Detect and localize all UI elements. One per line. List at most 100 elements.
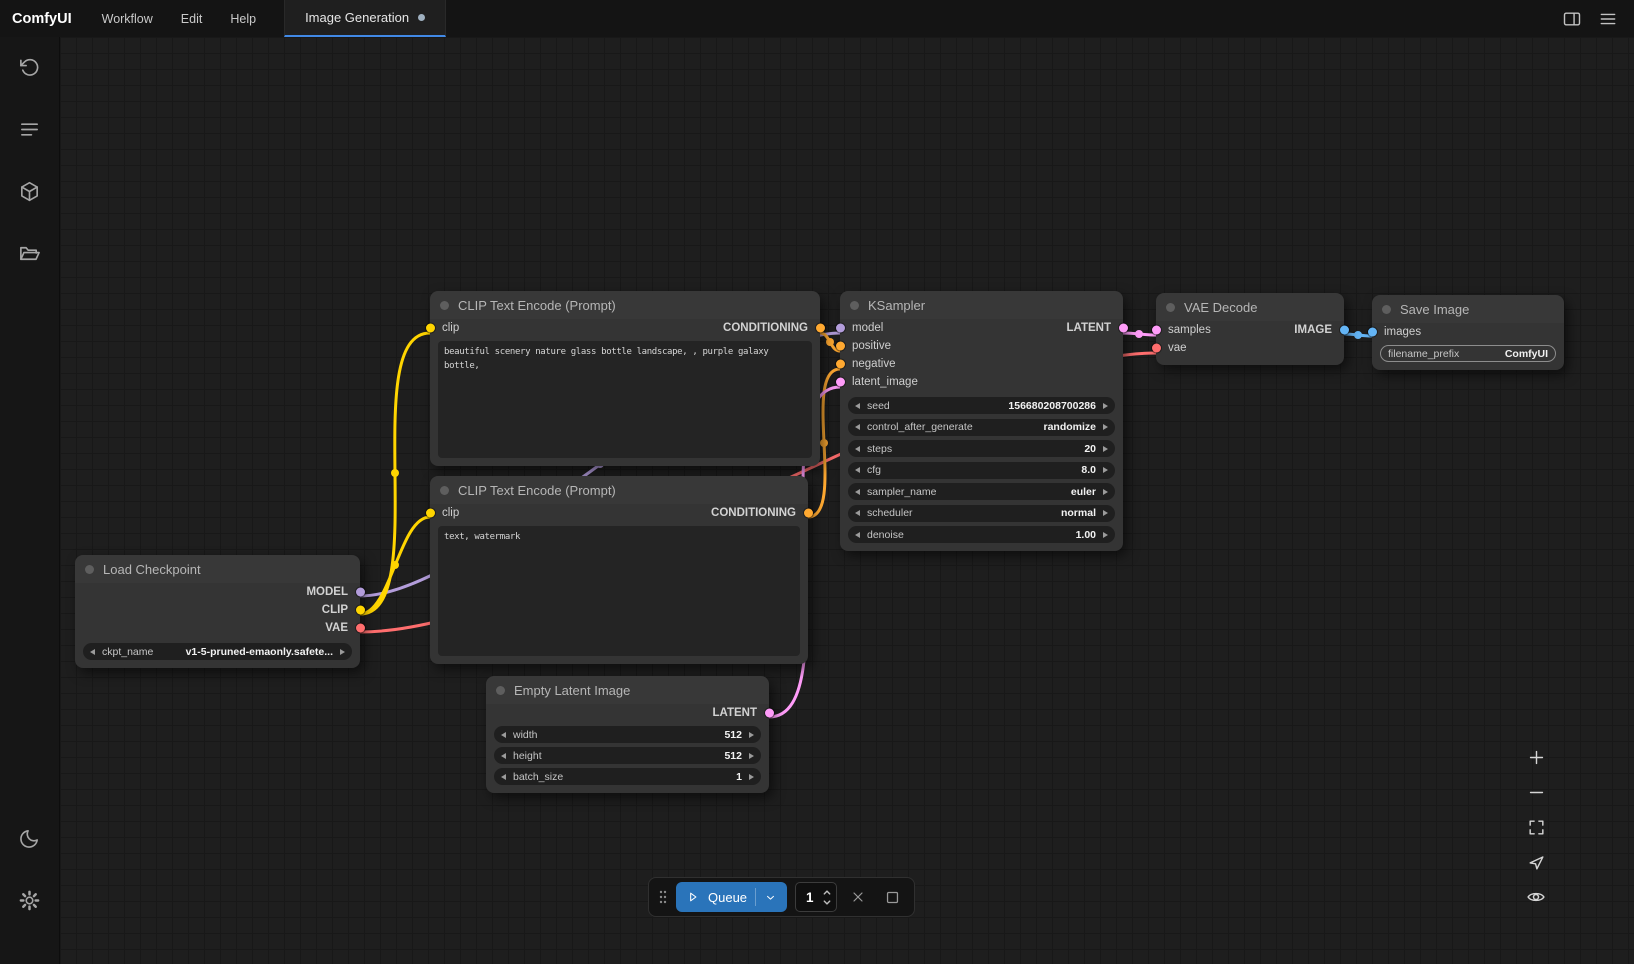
- cancel-run-button[interactable]: [845, 884, 871, 910]
- widget-sampler-name[interactable]: sampler_name euler: [848, 483, 1115, 500]
- stepper-up-icon[interactable]: [822, 888, 832, 897]
- node-empty-latent-image[interactable]: Empty Latent Image LATENT width 512 heig…: [486, 676, 769, 793]
- prev-value-arrow-icon[interactable]: [855, 510, 860, 516]
- next-value-arrow-icon[interactable]: [1103, 489, 1108, 495]
- stop-button[interactable]: [879, 884, 905, 910]
- node-save-image[interactable]: Save Image images filename_prefix ComfyU…: [1372, 295, 1564, 370]
- node-clip-text-encode-positive[interactable]: CLIP Text Encode (Prompt) clip CONDITION…: [430, 291, 820, 466]
- prompt-textarea[interactable]: text, watermark: [438, 526, 800, 656]
- sidebar-item-queue-history[interactable]: [10, 47, 50, 87]
- widget-cfg[interactable]: cfg 8.0: [848, 462, 1115, 479]
- input-dot-vae[interactable]: [1152, 344, 1161, 353]
- widget-denoise[interactable]: denoise 1.00: [848, 526, 1115, 543]
- output-dot-image[interactable]: [1340, 326, 1349, 335]
- increment-arrow-icon[interactable]: [749, 753, 754, 759]
- increment-arrow-icon[interactable]: [1103, 532, 1108, 538]
- node-header[interactable]: CLIP Text Encode (Prompt): [430, 476, 808, 504]
- increment-arrow-icon[interactable]: [1103, 403, 1108, 409]
- chevron-down-icon[interactable]: [764, 891, 777, 904]
- widget-seed[interactable]: seed 156680208700286: [848, 397, 1115, 414]
- tab-image-generation[interactable]: Image Generation: [284, 0, 446, 37]
- queue-control-bar: Queue 1: [648, 877, 915, 917]
- node-header[interactable]: Save Image: [1372, 295, 1564, 323]
- collapse-toggle-icon[interactable]: [85, 565, 94, 574]
- next-value-arrow-icon[interactable]: [340, 649, 345, 655]
- drag-handle-icon[interactable]: [658, 888, 668, 906]
- output-dot-model[interactable]: [356, 588, 365, 597]
- decrement-arrow-icon[interactable]: [855, 403, 860, 409]
- collapse-toggle-icon[interactable]: [1382, 305, 1391, 314]
- toggle-panel-button[interactable]: [1556, 5, 1588, 33]
- decrement-arrow-icon[interactable]: [855, 446, 860, 452]
- node-header[interactable]: Empty Latent Image: [486, 676, 769, 704]
- decrement-arrow-icon[interactable]: [501, 774, 506, 780]
- prev-value-arrow-icon[interactable]: [855, 424, 860, 430]
- decrement-arrow-icon[interactable]: [501, 753, 506, 759]
- output-dot-vae[interactable]: [356, 624, 365, 633]
- main-menu-button[interactable]: [1592, 5, 1624, 33]
- output-dot-conditioning[interactable]: [816, 324, 825, 333]
- node-load-checkpoint[interactable]: Load Checkpoint MODEL CLIP VAE ckpt_name…: [75, 555, 360, 668]
- node-header[interactable]: KSampler: [840, 291, 1123, 319]
- zoom-out-button[interactable]: [1519, 777, 1553, 807]
- output-dot-latent[interactable]: [1119, 324, 1128, 333]
- prompt-textarea[interactable]: beautiful scenery nature glass bottle la…: [438, 341, 812, 458]
- batch-count-input[interactable]: 1: [795, 882, 837, 912]
- input-dot-positive[interactable]: [836, 342, 845, 351]
- input-dot-model[interactable]: [836, 324, 845, 333]
- increment-arrow-icon[interactable]: [1103, 446, 1108, 452]
- node-vae-decode[interactable]: VAE Decode samples IMAGE vae: [1156, 293, 1344, 365]
- toggle-link-visibility-button[interactable]: [1519, 882, 1553, 912]
- sidebar-item-node-library[interactable]: [10, 171, 50, 211]
- prev-value-arrow-icon[interactable]: [90, 649, 95, 655]
- queue-button[interactable]: Queue: [676, 882, 787, 912]
- increment-arrow-icon[interactable]: [749, 732, 754, 738]
- theme-toggle-button[interactable]: [10, 818, 50, 858]
- zoom-in-button[interactable]: [1519, 742, 1553, 772]
- input-dot-images[interactable]: [1368, 328, 1377, 337]
- output-dot-clip[interactable]: [356, 606, 365, 615]
- decrement-arrow-icon[interactable]: [855, 532, 860, 538]
- widget-height[interactable]: height 512: [494, 747, 761, 764]
- decrement-arrow-icon[interactable]: [501, 732, 506, 738]
- node-header[interactable]: CLIP Text Encode (Prompt): [430, 291, 820, 319]
- input-dot-negative[interactable]: [836, 360, 845, 369]
- increment-arrow-icon[interactable]: [749, 774, 754, 780]
- prev-value-arrow-icon[interactable]: [855, 489, 860, 495]
- collapse-toggle-icon[interactable]: [1166, 303, 1175, 312]
- output-dot-conditioning[interactable]: [804, 509, 813, 518]
- decrement-arrow-icon[interactable]: [855, 467, 860, 473]
- collapse-toggle-icon[interactable]: [440, 301, 449, 310]
- sidebar-item-workflows[interactable]: [10, 233, 50, 273]
- widget-steps[interactable]: steps 20: [848, 440, 1115, 457]
- input-dot-clip[interactable]: [426, 509, 435, 518]
- node-clip-text-encode-negative[interactable]: CLIP Text Encode (Prompt) clip CONDITION…: [430, 476, 808, 664]
- collapse-toggle-icon[interactable]: [440, 486, 449, 495]
- node-header[interactable]: VAE Decode: [1156, 293, 1344, 321]
- next-value-arrow-icon[interactable]: [1103, 510, 1108, 516]
- widget-width[interactable]: width 512: [494, 726, 761, 743]
- menu-workflow[interactable]: Workflow: [88, 0, 167, 37]
- settings-button[interactable]: [10, 880, 50, 920]
- sidebar-item-logs[interactable]: [10, 109, 50, 149]
- widget-ckpt-name[interactable]: ckpt_name v1-5-pruned-emaonly.safete...: [83, 643, 352, 660]
- widget-batch-size[interactable]: batch_size 1: [494, 768, 761, 785]
- collapse-toggle-icon[interactable]: [850, 301, 859, 310]
- next-value-arrow-icon[interactable]: [1103, 424, 1108, 430]
- node-ksampler[interactable]: KSampler model LATENT positive negative …: [840, 291, 1123, 551]
- menu-help[interactable]: Help: [216, 0, 270, 37]
- increment-arrow-icon[interactable]: [1103, 467, 1108, 473]
- widget-scheduler[interactable]: scheduler normal: [848, 505, 1115, 522]
- output-dot-latent[interactable]: [765, 709, 774, 718]
- widget-control-after-generate[interactable]: control_after_generate randomize: [848, 419, 1115, 436]
- select-mode-button[interactable]: [1519, 847, 1553, 877]
- node-header[interactable]: Load Checkpoint: [75, 555, 360, 583]
- widget-filename-prefix[interactable]: filename_prefix ComfyUI: [1380, 345, 1556, 362]
- input-dot-samples[interactable]: [1152, 326, 1161, 335]
- input-dot-latent-image[interactable]: [836, 378, 845, 387]
- stepper-down-icon[interactable]: [822, 898, 832, 907]
- collapse-toggle-icon[interactable]: [496, 686, 505, 695]
- fit-view-button[interactable]: [1519, 812, 1553, 842]
- input-dot-clip[interactable]: [426, 324, 435, 333]
- menu-edit[interactable]: Edit: [167, 0, 217, 37]
